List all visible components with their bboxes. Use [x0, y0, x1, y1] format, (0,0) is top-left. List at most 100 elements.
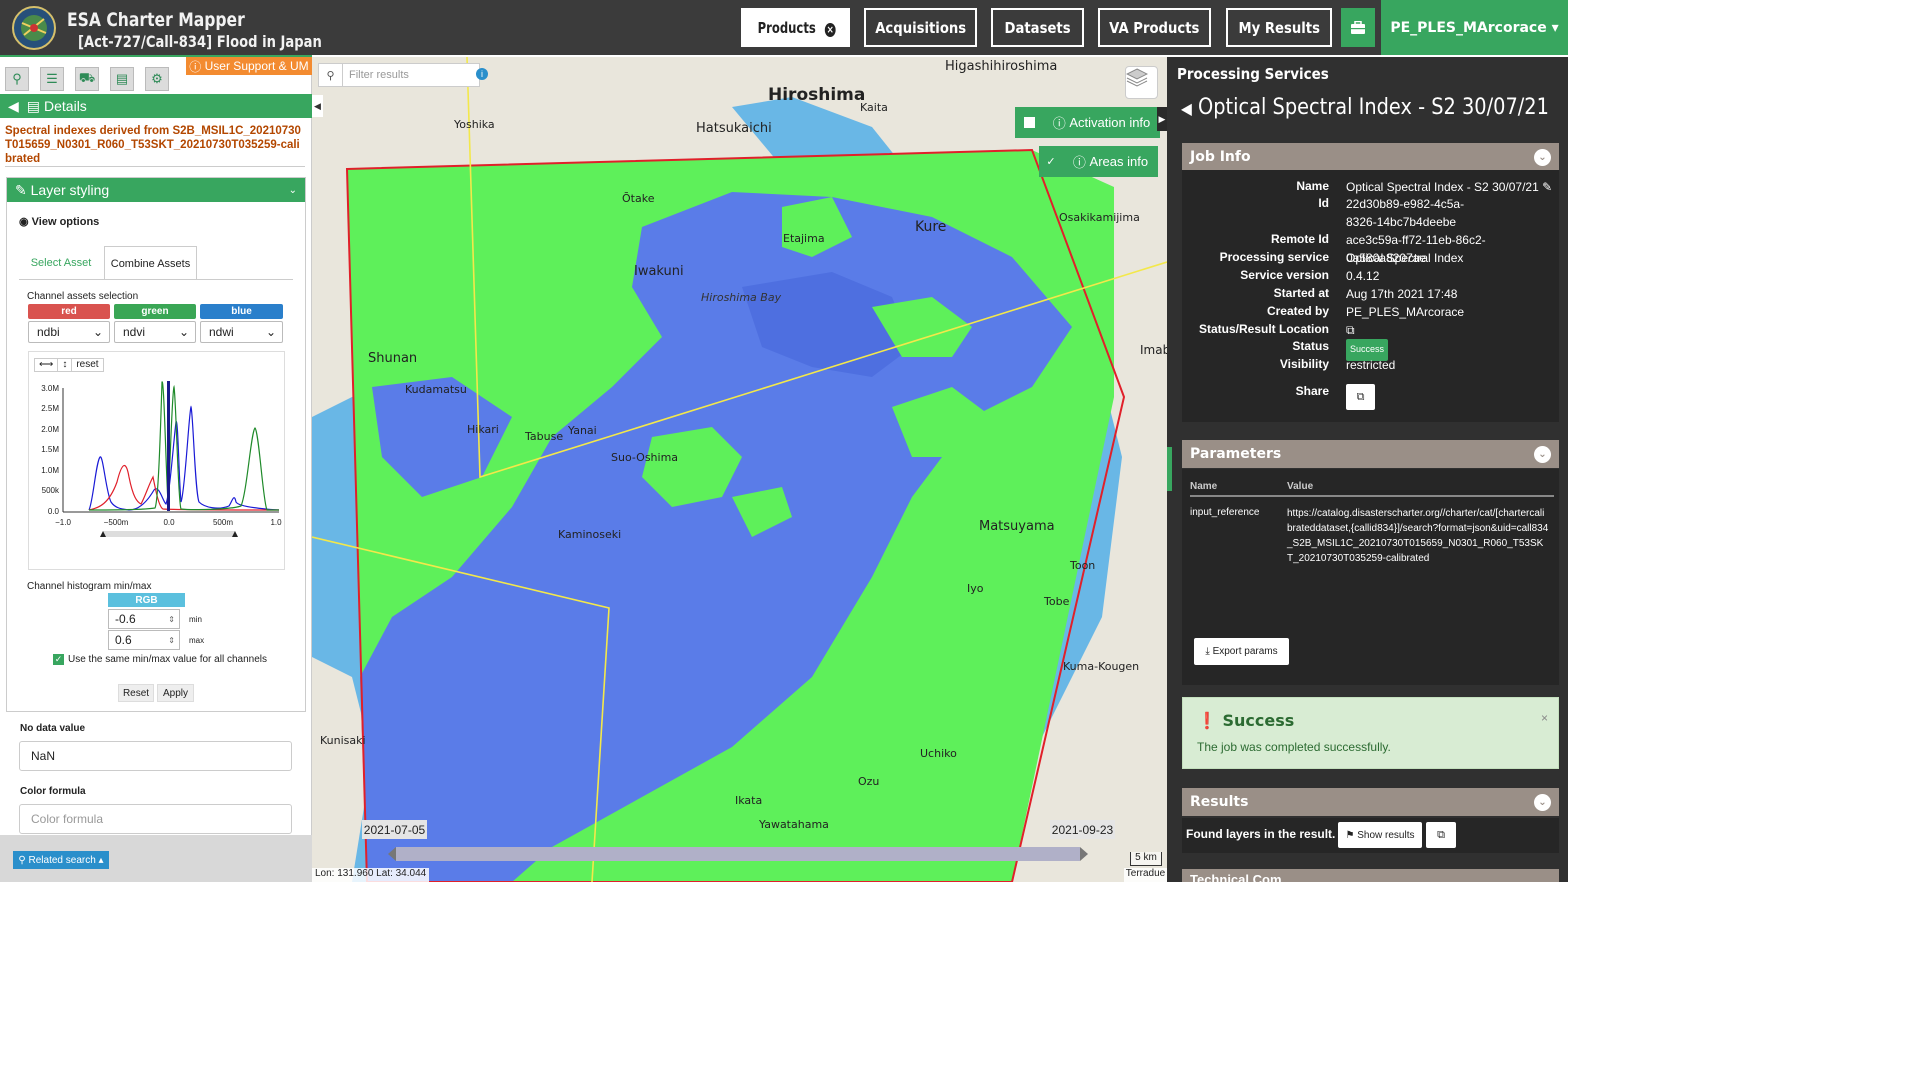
- job-title[interactable]: ◀ Optical Spectral Index - S2 30/07/21: [1181, 95, 1549, 120]
- search-icon[interactable]: ⚲: [5, 67, 29, 91]
- info-icon[interactable]: i: [476, 68, 488, 80]
- job-name-value[interactable]: Optical Spectral Index - S2 30/07/21 ✎: [1346, 179, 1558, 197]
- activation-info-toggle[interactable]: ⓘ Activation info: [1015, 107, 1160, 138]
- map-label: Etajima: [783, 232, 825, 245]
- x-tick: 1.0: [270, 518, 282, 527]
- job-started-value: Aug 17th 2021 17:48: [1346, 287, 1458, 301]
- show-results-button[interactable]: ⚑ Show results: [1338, 822, 1422, 848]
- briefcase-icon[interactable]: [1341, 8, 1375, 47]
- list-icon[interactable]: ☰: [40, 67, 64, 91]
- timeline-slider[interactable]: [388, 847, 1088, 861]
- chevron-down-icon[interactable]: ⌄: [1534, 445, 1551, 463]
- collapse-right-icon[interactable]: ▶: [1157, 107, 1167, 131]
- channel-selection-label: Channel assets selection: [27, 291, 139, 302]
- rgb-label: RGB: [108, 593, 185, 607]
- tab-combine-assets[interactable]: Combine Assets: [104, 246, 197, 280]
- y-tick: 1.0M: [41, 466, 59, 475]
- job-key: Processing service: [1219, 250, 1329, 264]
- map-canvas[interactable]: [312, 57, 1167, 882]
- parameters-header[interactable]: Parameters ⌄: [1182, 440, 1559, 468]
- map-label: Higashihiroshima: [945, 59, 1058, 74]
- share-copy-button[interactable]: ⧉: [1346, 384, 1375, 410]
- user-support-button[interactable]: ⓘ User Support & UM: [186, 57, 312, 75]
- green-channel-select[interactable]: ndvi ⌄: [114, 321, 196, 343]
- nav-products-button[interactable]: Products ×: [741, 8, 850, 47]
- tab-select-asset[interactable]: Select Asset: [25, 246, 97, 280]
- document-icon: ▤: [26, 97, 41, 114]
- map-label: Iwakuni: [634, 264, 684, 279]
- user-menu[interactable]: PE_PLES_MArcorace ▾: [1381, 0, 1568, 55]
- success-message: The job was completed successfully.: [1197, 740, 1391, 754]
- success-title: ❗ Success: [1197, 711, 1295, 730]
- basket-icon[interactable]: ⛟: [75, 67, 99, 91]
- nodata-input[interactable]: NaN: [19, 741, 292, 771]
- color-formula-input[interactable]: Color formula: [19, 804, 292, 834]
- related-search-button[interactable]: ⚲ Related search ▴: [13, 851, 109, 869]
- map-label: Iyo: [967, 582, 984, 595]
- charter-logo-icon: [10, 5, 58, 51]
- stepper-icon[interactable]: ⇕: [168, 636, 175, 645]
- job-key: Share: [1295, 384, 1329, 398]
- chevron-left-icon[interactable]: ◀: [8, 98, 19, 115]
- red-channel-select[interactable]: ndbi ⌄: [28, 321, 110, 343]
- same-minmax-checkbox[interactable]: ✓ Use the same min/max value for all chan…: [53, 654, 267, 665]
- activation-title: [Act-727/Call-834] Flood in Japan: [78, 32, 322, 51]
- technical-commands-header[interactable]: Technical Com...: [1182, 869, 1559, 882]
- external-link-icon[interactable]: ⧉: [1346, 322, 1558, 340]
- results-header[interactable]: Results ⌄: [1182, 788, 1559, 816]
- chevron-down-icon[interactable]: ⌄: [289, 185, 297, 196]
- y-tick: 3.0M: [41, 384, 59, 393]
- channel-histogram[interactable]: ⟷ ↕ reset 3.0M 2.5M 2.0M 1.5M 1.0M 500k …: [28, 351, 285, 570]
- activation-info-checkbox[interactable]: [1015, 107, 1043, 138]
- export-params-button[interactable]: ⤓ Export params: [1194, 638, 1289, 665]
- red-channel-curve: [88, 465, 280, 511]
- map-label: Uchiko: [920, 747, 957, 760]
- close-icon[interactable]: ×: [825, 22, 837, 37]
- blue-channel-select[interactable]: ndwi ⌄: [200, 321, 283, 343]
- job-key: Started at: [1273, 286, 1329, 300]
- filter-results-input[interactable]: ⚲ Filter results: [318, 63, 480, 87]
- related-search-bar: ⚲ Related search ▴: [0, 835, 312, 882]
- nav-va-products-button[interactable]: VA Products: [1098, 8, 1211, 47]
- layer-title: Spectral indexes derived from S2B_MSIL1C…: [5, 125, 301, 165]
- min-input[interactable]: -0.6 ⇕: [108, 609, 180, 629]
- nav-datasets-button[interactable]: Datasets: [991, 8, 1084, 47]
- top-bar: ESA Charter Mapper [Act-727/Call-834] Fl…: [0, 0, 1568, 55]
- nav-my-results-button[interactable]: My Results: [1226, 8, 1332, 47]
- view-options-label: ◉ View options: [19, 216, 100, 228]
- details-header[interactable]: ◀ ▤ Details: [0, 94, 312, 118]
- chevron-down-icon: ⌄: [265, 325, 276, 339]
- color-formula-label: Color formula: [20, 786, 86, 797]
- gear-icon[interactable]: ⚙: [145, 67, 169, 91]
- x-tick: 500m: [213, 518, 233, 527]
- blue-channel-label: blue: [200, 304, 283, 319]
- copy-icon[interactable]: ⧉: [1426, 822, 1456, 848]
- nav-acquisitions-button[interactable]: Acquisitions: [864, 8, 977, 47]
- check-icon[interactable]: ✓: [1039, 146, 1063, 177]
- apply-button[interactable]: Apply: [157, 684, 194, 702]
- layer-styling-panel: ✎ Layer styling ⌄ ◉ View options Select …: [6, 177, 306, 712]
- archive-icon[interactable]: ▤: [110, 67, 134, 91]
- map-view[interactable]: Higashihiroshima Hiroshima Kaita Hatsuka…: [312, 57, 1167, 882]
- download-icon: ⤓: [1205, 646, 1210, 657]
- panel-resize-handle[interactable]: [1167, 447, 1172, 491]
- job-key: Visibility: [1279, 357, 1329, 371]
- chevron-left-icon[interactable]: ◀: [1181, 99, 1192, 118]
- close-icon[interactable]: ×: [1541, 711, 1548, 725]
- map-label: Ōtake: [622, 192, 655, 205]
- map-label: Toon: [1070, 559, 1096, 572]
- range-slider[interactable]: [103, 531, 235, 537]
- chevron-down-icon[interactable]: ⌄: [1534, 793, 1551, 811]
- job-info-header[interactable]: Job Info ⌄: [1182, 143, 1559, 171]
- layers-icon[interactable]: [1125, 66, 1158, 99]
- stepper-icon[interactable]: ⇕: [168, 615, 175, 624]
- reset-button[interactable]: Reset: [118, 684, 154, 702]
- search-icon[interactable]: ⚲: [319, 64, 343, 86]
- y-tick: 0.0: [48, 507, 60, 516]
- layer-styling-header[interactable]: ✎ Layer styling ⌄: [7, 178, 305, 202]
- max-input[interactable]: 0.6 ⇕: [108, 630, 180, 650]
- chevron-down-icon[interactable]: ⌄: [1534, 148, 1551, 166]
- collapse-left-icon[interactable]: ◀: [312, 95, 323, 117]
- areas-info-toggle[interactable]: ✓ ⓘ Areas info: [1039, 146, 1158, 177]
- check-icon[interactable]: ✓: [53, 654, 64, 665]
